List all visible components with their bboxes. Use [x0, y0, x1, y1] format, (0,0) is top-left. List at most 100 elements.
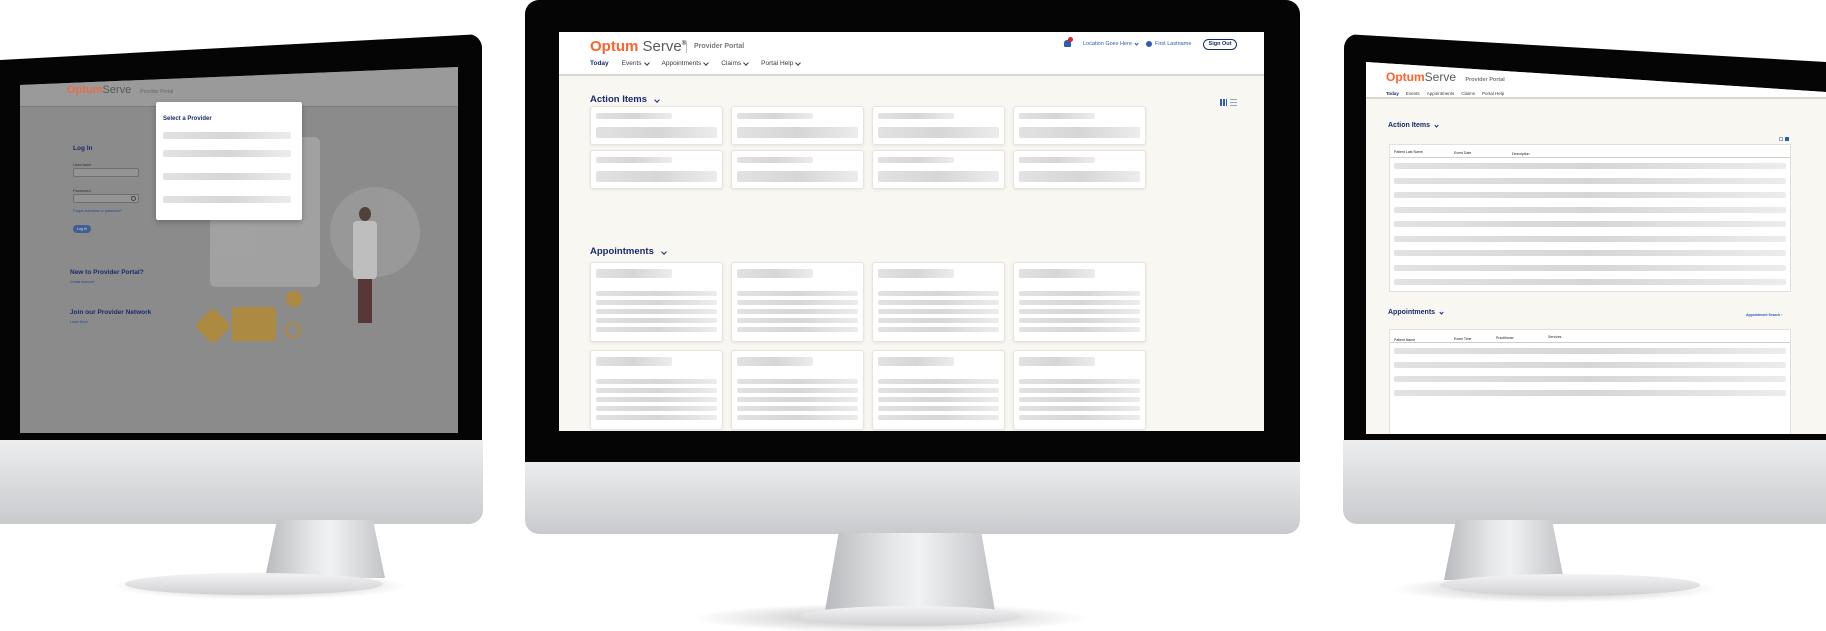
- appointments-title[interactable]: Appointments: [1388, 309, 1444, 316]
- column-header[interactable]: Services: [1548, 335, 1561, 339]
- appointment-card[interactable]: [1013, 350, 1146, 430]
- center-screen-dashboard: Optum Serve® Provider Portal Location Go…: [559, 32, 1264, 431]
- skeleton-line: [1019, 327, 1140, 332]
- table-row[interactable]: [1394, 221, 1786, 227]
- sign-out-button[interactable]: Sign Out: [1203, 39, 1237, 50]
- table-row[interactable]: [1394, 192, 1786, 198]
- show-password-icon[interactable]: [131, 196, 136, 201]
- skeleton-line: [737, 327, 858, 332]
- nav-appointments[interactable]: Appointments: [662, 59, 710, 67]
- skeleton-line: [1019, 171, 1140, 182]
- nav-appointments[interactable]: Appointments: [1427, 91, 1455, 96]
- table-row[interactable]: [1394, 348, 1786, 354]
- action-items-title[interactable]: Action Items: [1388, 122, 1439, 129]
- appointment-card[interactable]: [1013, 262, 1146, 342]
- username-input[interactable]: [73, 168, 139, 177]
- provider-option[interactable]: [163, 196, 291, 203]
- grid-view-icon[interactable]: [1779, 137, 1783, 141]
- column-header[interactable]: Patient Last Name: [1394, 150, 1423, 154]
- appointment-search-link[interactable]: Appointment Search ›: [1746, 313, 1782, 317]
- table-row[interactable]: [1394, 250, 1786, 256]
- skeleton-line: [878, 415, 999, 420]
- action-item-card[interactable]: [872, 106, 1005, 145]
- action-item-card[interactable]: [872, 150, 1005, 189]
- skeleton-line: [596, 157, 672, 163]
- appointment-card[interactable]: [872, 262, 1005, 342]
- list-view-icon[interactable]: [1785, 137, 1789, 141]
- action-item-card[interactable]: [731, 106, 864, 145]
- appointment-card[interactable]: [590, 350, 723, 430]
- center-monitor-neck: [825, 533, 995, 611]
- learn-more-link[interactable]: Learn More: [70, 320, 88, 324]
- table-row[interactable]: [1394, 279, 1786, 285]
- location-selector[interactable]: Location Goes Here: [1083, 41, 1140, 47]
- appointments-label: Appointments: [1388, 309, 1436, 316]
- table-row[interactable]: [1394, 177, 1786, 184]
- grid-view-icon[interactable]: [1220, 99, 1227, 106]
- skeleton-line: [596, 318, 717, 323]
- skeleton-line: [878, 127, 999, 138]
- password-input[interactable]: [73, 194, 139, 203]
- table-row[interactable]: [1394, 163, 1786, 169]
- provider-option[interactable]: [163, 173, 291, 180]
- skeleton-line: [878, 379, 999, 384]
- nav-claims[interactable]: Claims: [721, 59, 750, 67]
- column-header[interactable]: Exam Time: [1454, 337, 1472, 341]
- appointment-card[interactable]: [731, 262, 864, 342]
- list-view-icon[interactable]: [1230, 99, 1237, 106]
- right-logo[interactable]: OptumServe Provider Portal: [1386, 70, 1505, 84]
- table-row[interactable]: [1394, 376, 1786, 382]
- notification-badge: [1068, 37, 1073, 42]
- table-row[interactable]: [1394, 206, 1786, 213]
- nav-events[interactable]: Events: [622, 59, 650, 67]
- logo-serve: Serve: [102, 84, 132, 96]
- skeleton-line: [596, 300, 717, 305]
- appointment-card[interactable]: [872, 350, 1005, 430]
- action-item-card[interactable]: [590, 106, 723, 145]
- location-label: Location Goes Here: [1083, 41, 1132, 47]
- nav-events[interactable]: Events: [1406, 91, 1420, 96]
- provider-option[interactable]: [163, 132, 291, 139]
- skeleton-line: [596, 388, 717, 393]
- action-item-card[interactable]: [731, 150, 864, 189]
- left-monitor-neck: [265, 520, 385, 578]
- appointment-card[interactable]: [731, 350, 864, 430]
- column-header[interactable]: Practitioner: [1496, 336, 1514, 340]
- skeleton-line: [878, 113, 954, 119]
- action-item-card[interactable]: [590, 150, 723, 189]
- nav-today[interactable]: Today: [1386, 91, 1399, 96]
- table-row[interactable]: [1394, 235, 1786, 242]
- skeleton-line: [737, 397, 858, 402]
- login-button[interactable]: Log In: [73, 225, 91, 233]
- skeleton-line: [878, 291, 999, 296]
- skeleton-line: [1019, 113, 1095, 119]
- appointments-title[interactable]: Appointments: [590, 246, 667, 257]
- nav-claims[interactable]: Claims: [1461, 91, 1475, 96]
- login-title: Log In: [73, 145, 93, 152]
- action-item-card[interactable]: [1013, 106, 1146, 145]
- chevron-down-icon: [1434, 123, 1439, 128]
- action-items-title[interactable]: Action Items: [590, 94, 660, 105]
- skeleton-line: [878, 171, 999, 182]
- provider-option[interactable]: [163, 150, 291, 157]
- column-header[interactable]: Description: [1512, 152, 1530, 156]
- create-account-link[interactable]: Create Account: [70, 280, 94, 284]
- nav-portal-help[interactable]: Portal Help: [761, 59, 802, 67]
- nav-portal-help[interactable]: Portal Help: [1482, 91, 1504, 96]
- table-row[interactable]: [1394, 390, 1786, 396]
- column-header[interactable]: Event Date: [1454, 151, 1471, 155]
- table-row[interactable]: [1394, 362, 1786, 368]
- skeleton-line: [596, 269, 672, 278]
- brand-logo[interactable]: Optum Serve®: [590, 38, 686, 55]
- chevron-down-icon: [653, 97, 660, 103]
- table-row[interactable]: [1394, 264, 1786, 271]
- user-name[interactable]: First Lastname: [1155, 41, 1191, 47]
- nav-today[interactable]: Today: [590, 60, 609, 67]
- appointment-card[interactable]: [590, 262, 723, 342]
- action-item-card[interactable]: [1013, 150, 1146, 189]
- forgot-credentials-link[interactable]: Forgot username or password?: [73, 209, 122, 213]
- column-header[interactable]: Patient Name: [1394, 338, 1415, 342]
- skeleton-line: [878, 269, 954, 278]
- left-monitor-foot: [125, 573, 383, 595]
- user-icon: [1146, 41, 1152, 47]
